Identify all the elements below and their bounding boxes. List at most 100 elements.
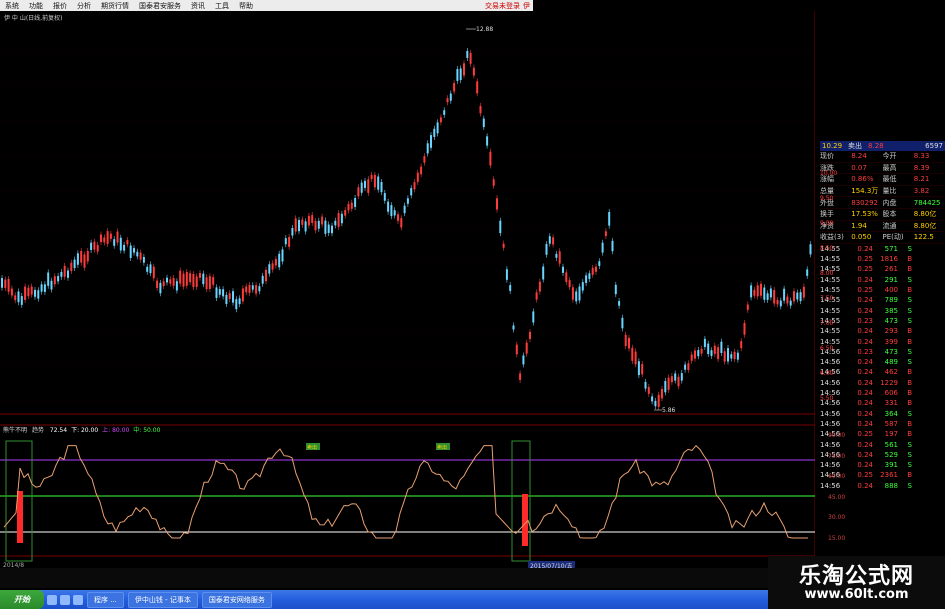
candle-body [783,288,786,301]
menu-item[interactable]: 国泰君安服务 [134,1,186,11]
trade-row: 14:55 0.24 291 S [820,275,945,285]
start-button[interactable]: 开始 [0,590,44,609]
trade-price: 0.24 [857,368,873,377]
quote-row: 收益(3) 0.050 PE(动) 122.5 [820,232,945,244]
menu-item[interactable]: 分析 [72,1,96,11]
trade-price: 0.23 [857,347,873,356]
candle-body [241,288,244,302]
candle-body [311,215,314,223]
indicator-value: 下: 20.00 [71,427,99,434]
candle-body [370,174,373,179]
trade-volume: 462 [884,368,898,377]
trade-time: 14:56 [820,409,841,418]
menu-item[interactable]: 帮助 [234,1,258,11]
price-tick: 5.50 [820,395,834,402]
price-tick: 8.00 [820,270,834,277]
trade-side: B [907,368,912,377]
candle-body [400,218,403,228]
candle-body [4,279,7,288]
trade-side: B [907,337,912,346]
trade-volume: 197 [884,430,898,439]
candle-body [47,272,50,286]
trade-login-link[interactable]: 交易未登录 [485,1,520,11]
candle-body [581,282,584,291]
trade-volume: 261 [884,265,898,274]
taskbar-button[interactable]: 程序 ... [87,591,124,608]
price-tick: 9.00 [820,220,834,227]
quicklaunch-icon[interactable] [73,594,83,605]
candle-body [37,290,40,299]
candle-body [720,341,723,353]
candle-body [159,282,162,294]
candle-body [575,291,578,302]
candle-body [700,348,703,354]
trade-row: 14:56 0.24 364 S [820,409,945,419]
candle-body [492,179,495,186]
indicator-name: 熊牛不明 [3,427,28,434]
candle-body [1,278,3,288]
candle-body [723,351,726,362]
menu-item[interactable]: 功能 [24,1,48,11]
quote-value: 784425 [913,198,941,207]
candle-body [304,221,307,232]
quote-value: 8.21 [913,175,930,184]
candle-body [274,259,277,266]
chart-area[interactable]: 12.88 5.86 卖出 卖出 [0,11,815,566]
trade-price: 0.24 [857,409,873,418]
candle-body [393,210,396,216]
candle-body [657,394,660,407]
candle-body [746,304,749,310]
indicator-param: 趋势 [31,427,44,434]
trade-volume: 473 [884,316,898,325]
candle-body [317,220,320,229]
trade-side: S [907,316,912,325]
trade-side: S [907,481,912,490]
taskbar-button[interactable]: 国泰君安网络服务 [201,591,272,608]
candle-body [545,244,548,255]
trade-row: 14:56 0.24 462 B [820,367,945,377]
trade-time: 14:56 [820,481,841,490]
menu-right: 交易未登录伊 [485,1,533,11]
menu-item[interactable]: 资讯 [186,1,210,11]
trade-row: 14:55 0.25 1816 B [820,254,945,264]
candle-body [96,244,99,252]
quicklaunch-icon[interactable] [60,594,70,605]
candle-body [443,110,446,115]
quicklaunch-icon[interactable] [47,594,57,605]
candle-body [618,301,621,306]
candle-body [525,342,528,354]
candle-body [519,373,522,380]
menu-item[interactable]: 期货行情 [96,1,134,11]
candle-body [727,348,729,362]
trade-row: 14:55 0.23 473 S [820,316,945,326]
trade-price: 0.24 [857,419,873,428]
candle-body [113,239,116,246]
indicator-value: 72.54 [49,427,68,434]
candle-body [571,287,574,300]
candle-body [136,251,139,257]
candle-body [357,187,360,197]
menu-item[interactable]: 工具 [210,1,234,11]
app-icon[interactable]: 伊 [523,1,530,11]
candle-body [743,322,746,335]
candle-body [578,286,581,301]
taskbar-button[interactable]: 伊中山钱 - 记事本 [127,591,198,608]
candle-body [258,286,261,292]
candle-body [60,271,63,277]
trade-time: 14:55 [820,327,841,336]
candle-body [123,244,126,251]
trade-side: S [907,461,912,470]
trade-side: B [907,471,912,480]
trade-price: 0.24 [857,378,873,387]
candle-body [756,285,759,297]
candle-body [806,269,809,276]
quote-label: 量比 [882,187,897,196]
price-tick: 7.00 [820,320,834,327]
candle-body [215,287,218,298]
menu-item[interactable]: 报价 [48,1,72,11]
candle-body [261,275,264,284]
menu-item[interactable]: 系统 [0,1,24,11]
quote-value: 17.53% [851,210,878,219]
trade-side: B [907,286,912,295]
candle-body [27,287,30,297]
